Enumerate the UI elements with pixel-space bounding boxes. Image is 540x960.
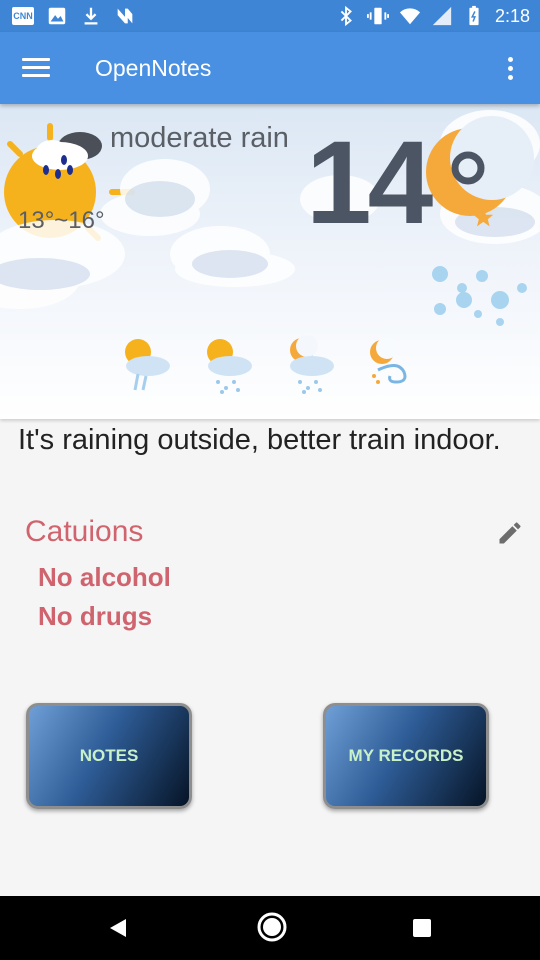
degree-symbol-icon — [451, 151, 485, 185]
home-icon[interactable] — [255, 910, 289, 944]
download-icon — [84, 7, 98, 25]
image-icon — [48, 7, 66, 25]
status-bar: CNN 2:18 — [0, 0, 540, 32]
sun-snow-icon — [207, 339, 252, 394]
signal-icon — [432, 6, 452, 26]
sun-rain-icon — [125, 339, 170, 391]
weather-condition: moderate rain — [110, 122, 289, 154]
notes-button[interactable]: NOTES — [26, 703, 192, 809]
n-icon — [117, 8, 133, 24]
system-nav-bar — [0, 896, 540, 960]
clock-time: 2:18 — [494, 6, 530, 26]
recent-apps-icon[interactable] — [410, 916, 434, 940]
weather-card: moderate rain 13°~16° 14 — [0, 104, 540, 419]
forecast-row — [116, 332, 420, 398]
my-records-button[interactable]: MY RECORDS — [323, 703, 489, 809]
pencil-icon[interactable] — [496, 519, 524, 547]
cautions-title: Catuions — [25, 515, 144, 548]
vibrate-icon — [366, 7, 389, 25]
bluetooth-icon — [340, 5, 352, 27]
temperature-range: 13°~16° — [18, 207, 105, 234]
caution-item: No alcohol — [38, 562, 171, 592]
weather-advice: It's raining outside, better train indoo… — [18, 424, 501, 456]
cnn-icon: CNN — [12, 7, 34, 25]
app-title: OpenNotes — [95, 55, 212, 81]
moon-snow-icon — [290, 335, 334, 394]
back-icon[interactable] — [106, 916, 130, 940]
more-vert-icon[interactable] — [500, 54, 520, 82]
app-bar: OpenNotes — [0, 32, 540, 104]
moon-wind-icon — [370, 337, 407, 384]
hamburger-menu-icon[interactable] — [20, 54, 52, 82]
wifi-icon — [399, 8, 421, 25]
current-temperature: 14 — [306, 117, 433, 249]
caution-item: No drugs — [38, 601, 153, 631]
battery-icon — [469, 5, 479, 26]
